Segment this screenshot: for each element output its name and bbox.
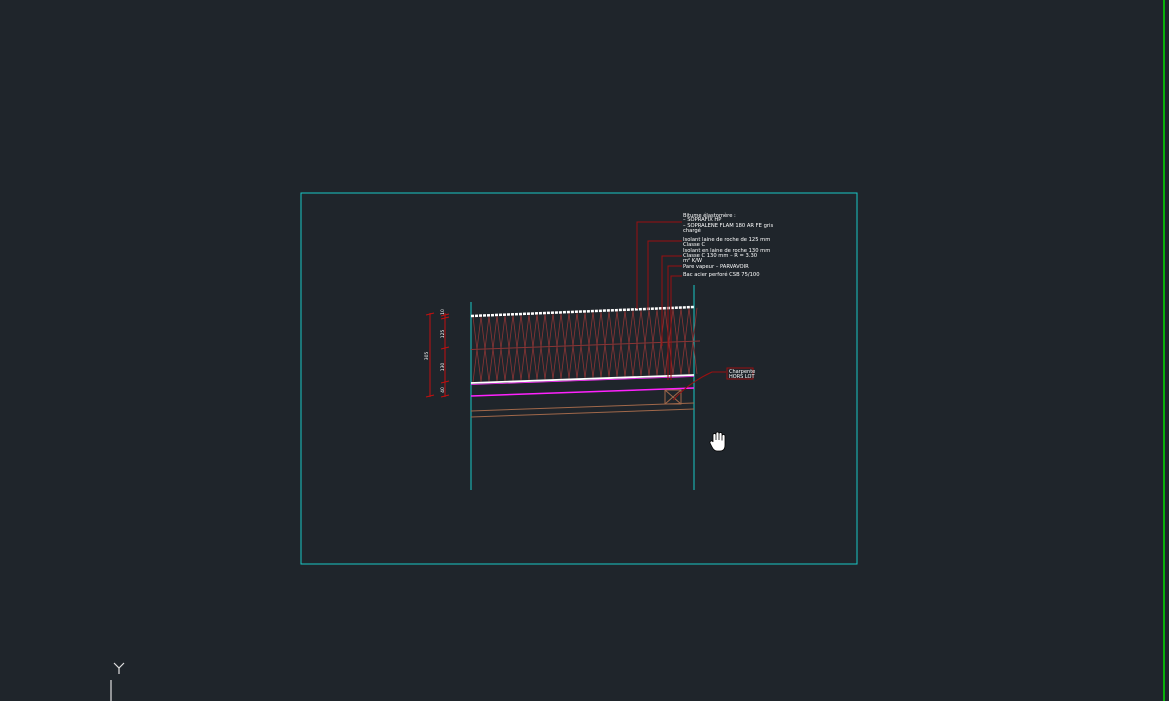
insulation-hatch	[470, 307, 701, 382]
dimension-layer: 40	[440, 387, 446, 393]
dimension-layer: 10	[440, 309, 446, 315]
annotation-line: chargé	[683, 227, 701, 234]
dimension-total: 305	[424, 352, 430, 361]
insulation-midline	[470, 340, 701, 350]
annotation-text: Bitume élastomère :– SOPRAFIX HP– SOPRAL…	[683, 212, 773, 278]
drawing-canvas[interactable]: Y Bitume élastomère :– SOPRAFIX HP– SOPR…	[0, 0, 1169, 701]
ucs-icon	[110, 662, 125, 701]
hand-pan-icon	[709, 431, 726, 452]
dimension-layer: 125	[440, 330, 446, 339]
structure-label-line2: HORS LOT	[729, 374, 755, 380]
steel-deck-line	[470, 387, 695, 397]
structure-label: Charpente HORS LOT	[726, 367, 755, 380]
annotation-line: Pare vapeur – PARVAVOIR	[683, 264, 749, 270]
annotation-line: Bac acier perforé CSB 75/100	[683, 271, 760, 278]
purlin-section	[664, 389, 682, 405]
dimension-layer: 130	[440, 363, 446, 372]
waterproofing-membrane	[470, 305, 695, 318]
